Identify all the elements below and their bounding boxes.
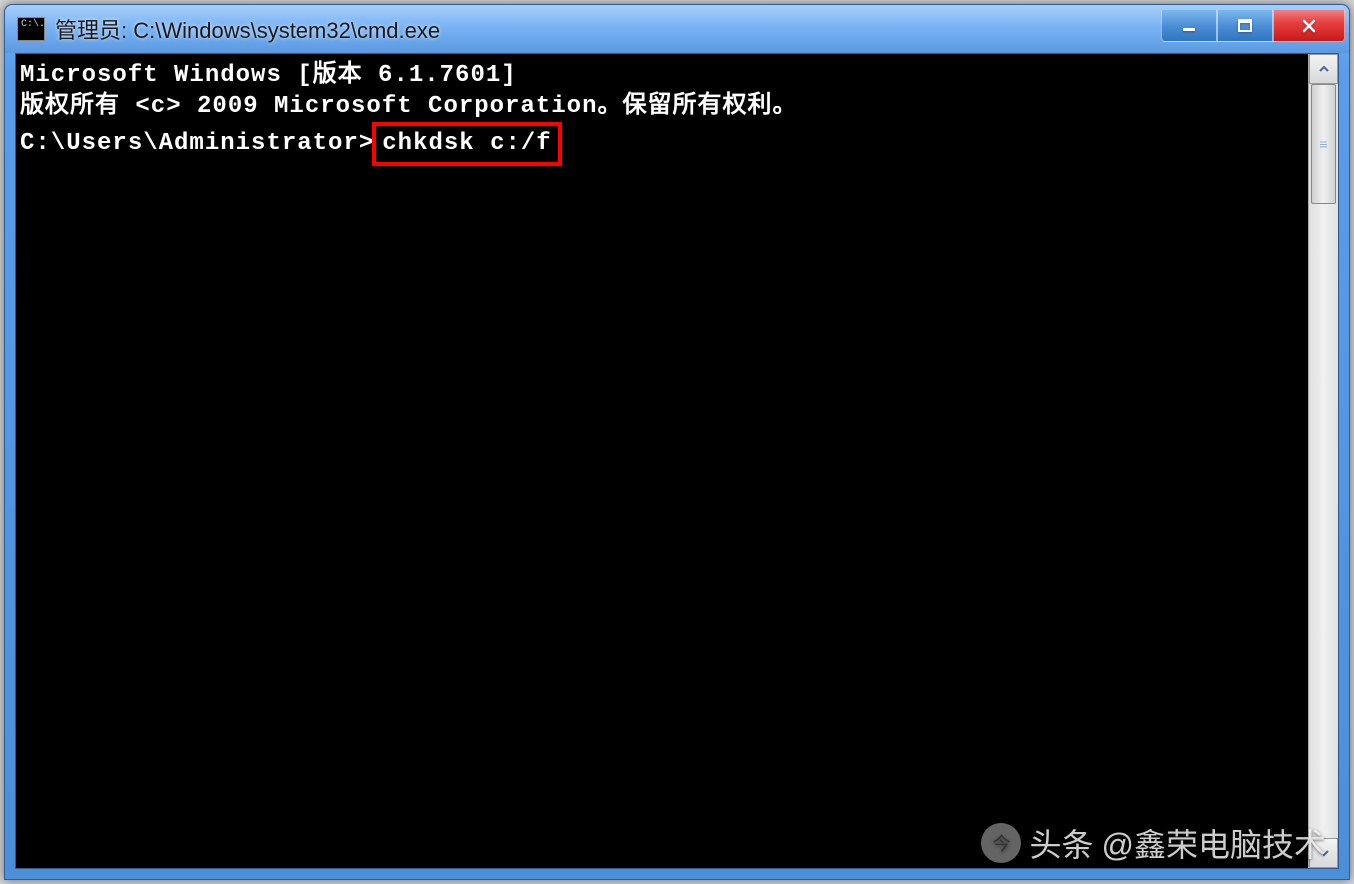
window-title: 管理员: C:\Windows\system32\cmd.exe [55,13,1161,45]
watermark-text: @鑫荣电脑技术 [1102,820,1327,866]
command-highlight: chkdsk c:/f [372,122,561,165]
cmd-window: C:\. 管理员: C:\Windows\system32\cmd.exe [4,4,1350,880]
close-icon [1300,17,1318,35]
watermark: 今 头条 @鑫荣电脑技术 [981,820,1326,866]
content-frame: Microsoft Windows [版本 6.1.7601]版权所有 <c> … [15,53,1339,869]
maximize-button[interactable] [1217,10,1273,42]
minimize-icon [1181,18,1197,34]
scroll-up-button[interactable] [1309,54,1338,84]
chevron-up-icon [1318,63,1330,75]
terminal-line-version: Microsoft Windows [版本 6.1.7601] [20,60,1304,91]
titlebar[interactable]: C:\. 管理员: C:\Windows\system32\cmd.exe [5,5,1349,53]
watermark-logo-icon: 今 [981,823,1021,863]
maximize-icon [1237,18,1253,34]
watermark-prefix: 头条 [1029,820,1093,866]
terminal-line-command: C:\Users\Administrator>chkdsk c:/f [20,122,1304,165]
minimize-button[interactable] [1161,10,1217,42]
vertical-scrollbar[interactable] [1308,54,1338,868]
terminal-line-copyright: 版权所有 <c> 2009 Microsoft Corporation。保留所有… [20,91,1304,122]
close-button[interactable] [1273,10,1345,42]
scroll-thumb[interactable] [1311,84,1336,204]
terminal-prompt: C:\Users\Administrator> [20,130,374,157]
cmd-icon: C:\. [17,17,45,41]
window-controls [1161,10,1345,42]
terminal-output[interactable]: Microsoft Windows [版本 6.1.7601]版权所有 <c> … [16,54,1308,868]
scroll-track[interactable] [1309,84,1338,838]
